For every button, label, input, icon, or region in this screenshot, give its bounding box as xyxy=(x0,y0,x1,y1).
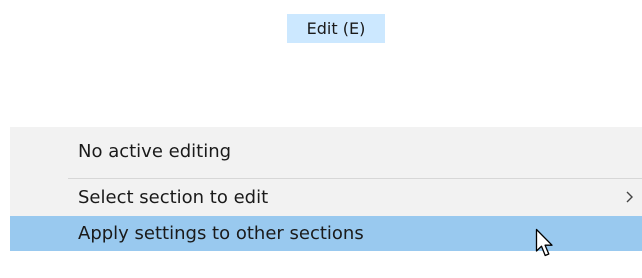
menu-item-label: Apply settings to other sections xyxy=(78,223,364,244)
edit-menu-button[interactable]: Edit (E) xyxy=(287,14,385,43)
menu-item-label: Select section to edit xyxy=(78,187,269,208)
menu-item-label: No active editing xyxy=(78,141,232,162)
menu-item-select-section-to-edit[interactable]: Select section to edit xyxy=(10,179,642,216)
chevron-right-icon xyxy=(626,191,633,203)
mouse-pointer-icon xyxy=(535,228,553,257)
menu-item-no-active-editing[interactable]: No active editing xyxy=(10,127,642,177)
